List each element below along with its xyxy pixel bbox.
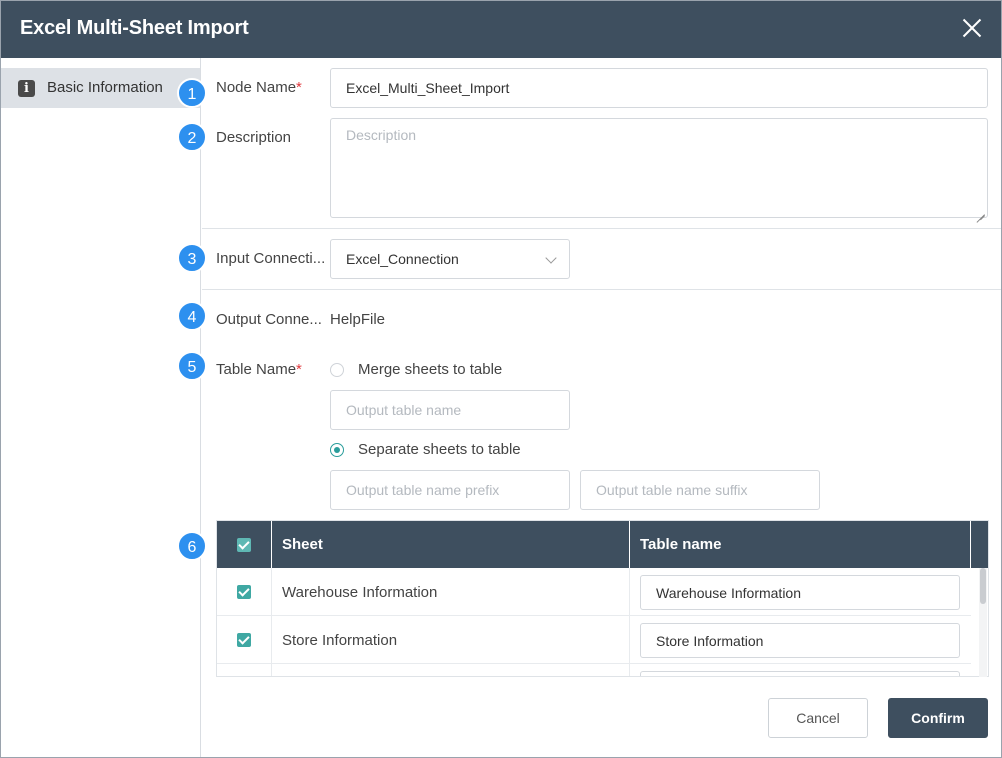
input-connection-label: Input Connecti... bbox=[216, 250, 326, 267]
table-prefix-input[interactable]: Output table name prefix bbox=[330, 470, 570, 510]
row-checkbox[interactable] bbox=[237, 633, 251, 647]
column-divider bbox=[271, 521, 272, 568]
required-mark: * bbox=[296, 361, 302, 378]
sheet-name: Warehouse Information bbox=[282, 584, 438, 601]
row-checkbox[interactable] bbox=[237, 585, 251, 599]
table-suffix-placeholder: Output table name suffix bbox=[596, 482, 748, 498]
table-prefix-placeholder: Output table name prefix bbox=[346, 482, 500, 498]
dialog-header: Excel Multi-Sheet Import bbox=[1, 1, 1001, 58]
step-badge-4: 4 bbox=[177, 301, 207, 331]
required-mark: * bbox=[296, 79, 302, 96]
node-name-label: Node Name* bbox=[216, 79, 302, 96]
description-label: Description bbox=[216, 129, 292, 146]
table-name-input[interactable]: Warehouse Information bbox=[640, 575, 960, 610]
table-row: Warehouse Information Warehouse Informat… bbox=[217, 568, 971, 616]
confirm-button[interactable]: Confirm bbox=[888, 698, 988, 738]
column-header-sheet: Sheet bbox=[282, 536, 323, 553]
output-connection-value: HelpFile bbox=[330, 311, 386, 328]
output-connection-label: Output Conne... bbox=[216, 311, 322, 328]
input-connection-value: Excel_Connection bbox=[346, 251, 459, 267]
section-divider bbox=[202, 289, 1001, 290]
sidebar-item-label: Basic Information bbox=[47, 79, 163, 96]
sidebar: i Basic Information bbox=[1, 58, 201, 757]
table-scrollbar[interactable] bbox=[979, 568, 987, 677]
scrollbar-thumb[interactable] bbox=[980, 568, 986, 604]
column-divider bbox=[629, 521, 630, 568]
resize-grip-icon[interactable] bbox=[976, 206, 985, 215]
description-textarea[interactable]: Description bbox=[330, 118, 988, 218]
table-name-input[interactable]: Store Information bbox=[640, 623, 960, 658]
output-table-name-input[interactable]: Output table name bbox=[330, 390, 570, 430]
step-badge-5: 5 bbox=[177, 351, 207, 381]
close-icon[interactable] bbox=[961, 17, 983, 39]
merge-sheets-radio[interactable] bbox=[330, 363, 344, 377]
excel-import-dialog: Excel Multi-Sheet Import i Basic Informa… bbox=[0, 0, 1002, 758]
sheet-table: Sheet Table name Warehouse Information W… bbox=[216, 520, 989, 677]
step-badge-6: 6 bbox=[177, 531, 207, 561]
description-placeholder: Description bbox=[346, 127, 417, 143]
table-header: Sheet Table name bbox=[217, 521, 988, 568]
sheet-name: Store Information bbox=[282, 632, 398, 649]
table-row-partial bbox=[217, 664, 971, 676]
column-divider bbox=[970, 521, 971, 568]
step-badge-2: 2 bbox=[177, 122, 207, 152]
sidebar-item-basic-information[interactable]: i Basic Information bbox=[1, 68, 200, 108]
step-badge-1: 1 bbox=[177, 78, 207, 108]
table-name-input[interactable] bbox=[640, 671, 960, 676]
input-connection-select[interactable]: Excel_Connection bbox=[330, 239, 570, 279]
cancel-button[interactable]: Cancel bbox=[768, 698, 868, 738]
info-icon: i bbox=[18, 80, 35, 97]
column-header-table-name: Table name bbox=[640, 536, 722, 553]
output-table-name-placeholder: Output table name bbox=[346, 402, 462, 418]
chevron-down-icon bbox=[545, 252, 557, 264]
node-name-input[interactable]: Excel_Multi_Sheet_Import bbox=[330, 68, 988, 108]
separate-sheets-radio[interactable] bbox=[330, 443, 344, 457]
merge-sheets-label[interactable]: Merge sheets to table bbox=[358, 361, 502, 378]
separate-sheets-label[interactable]: Separate sheets to table bbox=[358, 441, 521, 458]
step-badge-3: 3 bbox=[177, 243, 207, 273]
dialog-title: Excel Multi-Sheet Import bbox=[20, 17, 249, 39]
table-row: Store Information Store Information bbox=[217, 616, 971, 664]
table-name-label: Table Name* bbox=[216, 361, 302, 378]
section-divider bbox=[202, 228, 1001, 229]
table-suffix-input[interactable]: Output table name suffix bbox=[580, 470, 820, 510]
select-all-checkbox[interactable] bbox=[237, 538, 251, 552]
